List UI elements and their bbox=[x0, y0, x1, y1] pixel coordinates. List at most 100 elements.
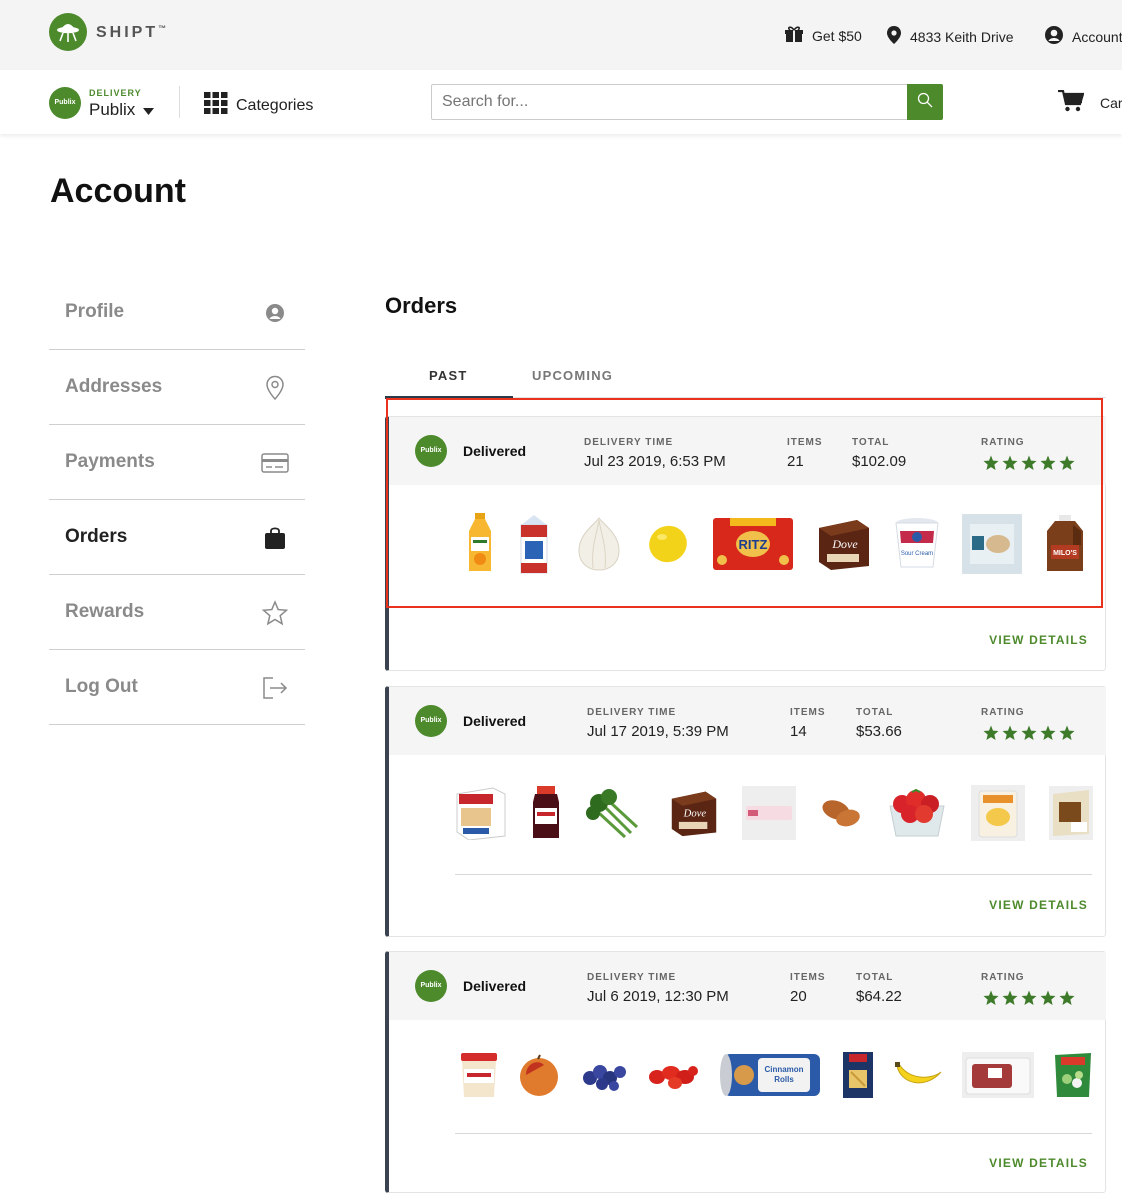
order-status: Delivered bbox=[463, 978, 527, 994]
svg-text:MILO'S: MILO'S bbox=[1053, 550, 1077, 557]
star-icon bbox=[1059, 455, 1075, 470]
order-card: Publix Delivered DELIVERY TIME Jul 6 201… bbox=[385, 951, 1106, 1193]
package-icon[interactable] bbox=[1049, 786, 1093, 840]
tub-icon[interactable] bbox=[459, 1051, 499, 1099]
items-value: 21 bbox=[787, 453, 804, 470]
sidebar-item-orders[interactable]: Orders bbox=[49, 500, 305, 575]
cereal-box-icon[interactable] bbox=[455, 786, 507, 840]
categories-button[interactable]: Categories bbox=[204, 92, 313, 119]
total-value: $102.09 bbox=[852, 453, 907, 470]
gift-icon bbox=[784, 25, 804, 46]
store-bar: Publix DELIVERY Publix Categories Cart bbox=[0, 70, 1122, 134]
publix-logo-icon: Publix bbox=[415, 705, 447, 737]
publix-logo-icon: Publix bbox=[415, 970, 447, 1002]
search-input[interactable] bbox=[431, 84, 907, 120]
svg-text:Cinnamon: Cinnamon bbox=[764, 1065, 803, 1074]
sidebar-item-rewards[interactable]: Rewards bbox=[49, 575, 305, 650]
logout-icon bbox=[261, 674, 289, 702]
order-card: Publix Delivered DELIVERY TIME Jul 17 20… bbox=[385, 686, 1106, 937]
shopping-bag-icon bbox=[261, 524, 289, 552]
star-icon bbox=[1059, 725, 1075, 740]
promo-label: Get $50 bbox=[812, 27, 862, 44]
pasta-box-icon[interactable] bbox=[841, 1050, 875, 1100]
frozen-bag-icon[interactable] bbox=[1053, 1051, 1093, 1099]
order-header: Publix Delivered DELIVERY TIME Jul 17 20… bbox=[389, 687, 1106, 755]
search-button[interactable] bbox=[907, 84, 943, 120]
rating-stars bbox=[983, 455, 1075, 471]
star-icon bbox=[1021, 990, 1037, 1005]
sidebar-item-profile[interactable]: Profile bbox=[49, 275, 305, 350]
order-products: Dove bbox=[455, 785, 1093, 841]
total-label: TOTAL bbox=[856, 972, 894, 983]
promo-link[interactable]: Get $50 bbox=[784, 25, 862, 46]
sidebar-item-addresses[interactable]: Addresses bbox=[49, 350, 305, 425]
delivery-time-value: Jul 17 2019, 5:39 PM bbox=[587, 723, 729, 740]
sidebar-item-label: Payments bbox=[65, 451, 155, 472]
rating-label: RATING bbox=[981, 437, 1025, 448]
package-icon[interactable] bbox=[962, 514, 1023, 574]
items-label: ITEMS bbox=[790, 707, 826, 718]
order-header: Publix Delivered DELIVERY TIME Jul 23 20… bbox=[389, 417, 1106, 485]
address-link[interactable]: 4833 Keith Drive bbox=[886, 25, 1014, 48]
total-label: TOTAL bbox=[852, 437, 890, 448]
star-icon bbox=[1021, 455, 1037, 470]
total-value: $64.22 bbox=[856, 988, 902, 1005]
star-icon bbox=[983, 455, 999, 470]
ice-cream-box-icon[interactable]: Dove bbox=[670, 789, 718, 837]
tab-past[interactable]: PAST bbox=[429, 368, 468, 383]
meat-tray-icon[interactable] bbox=[961, 1052, 1034, 1098]
publix-logo-icon[interactable]: Publix bbox=[49, 87, 81, 119]
account-sidebar: Profile Addresses Payments Orders Reward… bbox=[49, 275, 305, 725]
tomato-icon[interactable] bbox=[647, 1059, 699, 1091]
lemon-icon[interactable] bbox=[647, 524, 689, 564]
location-pin-icon bbox=[261, 374, 289, 402]
account-link[interactable]: Account bbox=[1044, 25, 1122, 48]
banana-icon[interactable] bbox=[894, 1060, 943, 1090]
sour-cream-tub-icon[interactable]: Sour Cream bbox=[894, 517, 940, 571]
order-divider bbox=[455, 1133, 1092, 1134]
sweet-potato-icon[interactable] bbox=[820, 796, 862, 830]
star-icon bbox=[1002, 990, 1018, 1005]
delivery-label: DELIVERY bbox=[89, 88, 142, 98]
milk-carton-icon[interactable] bbox=[518, 513, 550, 575]
cheese-bag-icon[interactable] bbox=[971, 785, 1026, 841]
divider bbox=[179, 86, 180, 118]
order-status: Delivered bbox=[463, 713, 527, 729]
ice-cream-box-icon[interactable]: Dove bbox=[817, 518, 871, 570]
star-icon bbox=[1059, 990, 1075, 1005]
star-icon bbox=[1002, 725, 1018, 740]
jam-jar-icon[interactable] bbox=[531, 786, 561, 840]
view-details-link[interactable]: VIEW DETAILS bbox=[989, 633, 1088, 647]
jug-icon[interactable]: MILO'S bbox=[1045, 515, 1085, 573]
brand-name[interactable]: SHIPT™ bbox=[96, 24, 166, 42]
onion-icon[interactable] bbox=[573, 516, 625, 572]
store-selector[interactable]: Publix bbox=[89, 100, 155, 120]
dough-can-icon[interactable]: Cinnamon Rolls bbox=[718, 1050, 822, 1100]
sidebar-item-logout[interactable]: Log Out bbox=[49, 650, 305, 725]
delivery-time-value: Jul 23 2019, 6:53 PM bbox=[584, 453, 726, 470]
store-name: Publix bbox=[89, 100, 136, 119]
publix-logo-icon: Publix bbox=[415, 435, 447, 467]
top-header: SHIPT™ Get $50 4833 Keith Drive Account bbox=[0, 0, 1122, 70]
shipt-logo-icon[interactable] bbox=[49, 13, 87, 51]
order-products: RITZ Dove Sour Cream MILO'S bbox=[465, 513, 1085, 575]
peach-icon[interactable] bbox=[518, 1053, 560, 1097]
sidebar-item-label: Rewards bbox=[65, 601, 145, 622]
cracker-box-icon[interactable]: RITZ bbox=[712, 516, 794, 572]
juice-bottle-icon[interactable] bbox=[465, 513, 495, 575]
sidebar-item-label: Log Out bbox=[65, 676, 138, 697]
view-details-link[interactable]: VIEW DETAILS bbox=[989, 1156, 1088, 1170]
order-card: Publix Delivered DELIVERY TIME Jul 23 20… bbox=[385, 416, 1106, 671]
package-icon[interactable] bbox=[742, 786, 796, 840]
star-icon bbox=[1040, 725, 1056, 740]
blueberry-icon[interactable] bbox=[580, 1058, 628, 1092]
view-details-link[interactable]: VIEW DETAILS bbox=[989, 898, 1088, 912]
total-value: $53.66 bbox=[856, 723, 902, 740]
strawberry-icon[interactable] bbox=[886, 788, 948, 838]
broccoli-icon[interactable] bbox=[585, 787, 647, 839]
cart-button[interactable]: Cart bbox=[1058, 89, 1122, 115]
tab-upcoming[interactable]: UPCOMING bbox=[532, 368, 613, 383]
star-icon bbox=[261, 599, 289, 627]
delivery-time-value: Jul 6 2019, 12:30 PM bbox=[587, 988, 729, 1005]
sidebar-item-payments[interactable]: Payments bbox=[49, 425, 305, 500]
